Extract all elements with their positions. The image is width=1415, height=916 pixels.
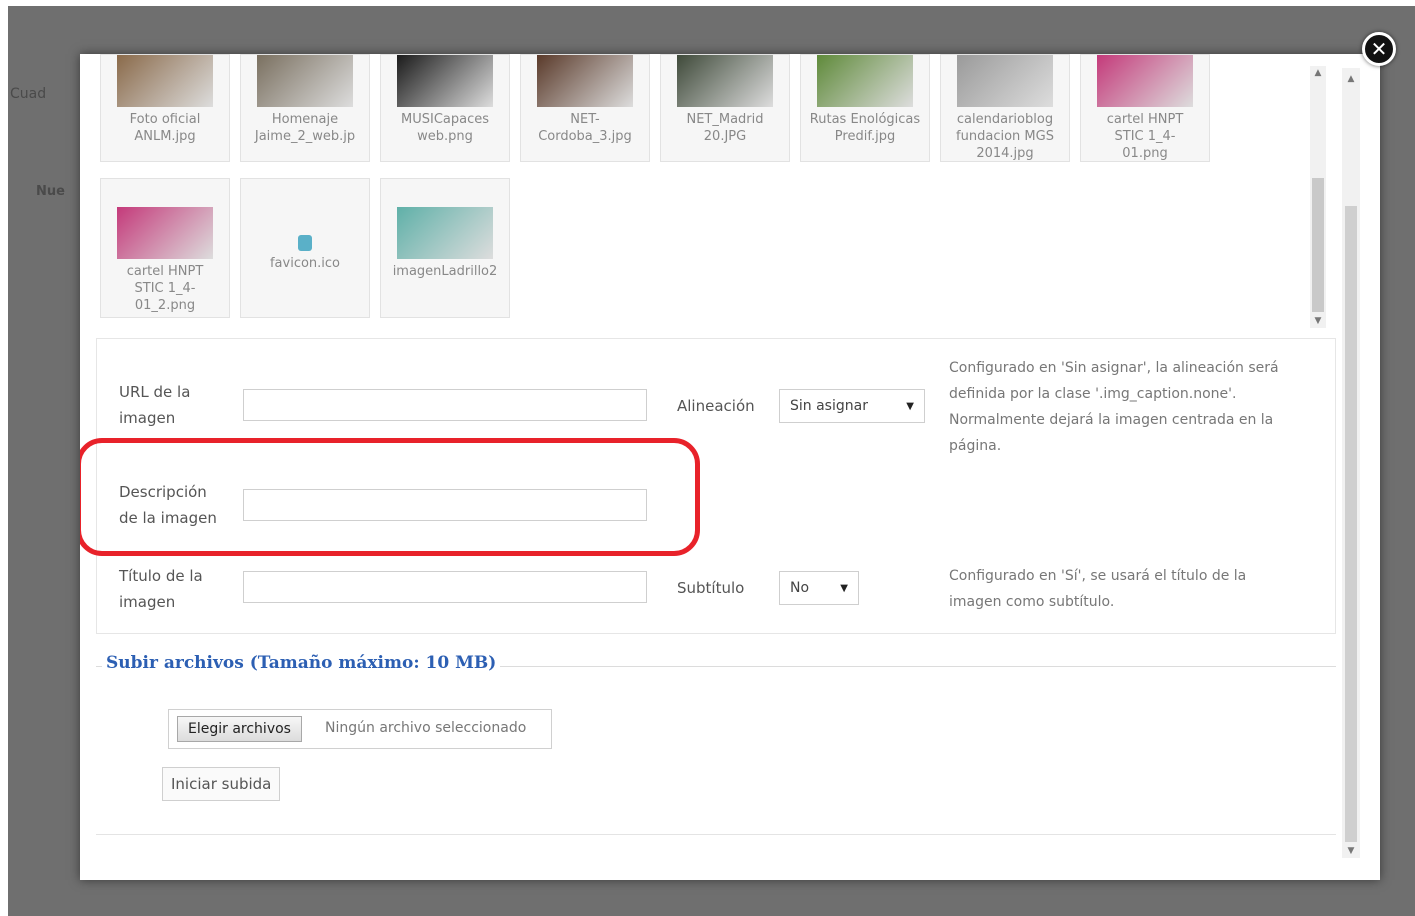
thumbnail-caption: MUSICapaces web.png xyxy=(401,112,489,144)
thumbnail-image xyxy=(677,55,773,107)
gallery-thumbnail[interactable]: Rutas Enológicas Predif.jpg xyxy=(800,54,930,162)
thumbnail-image xyxy=(257,55,353,107)
gallery-thumbnail[interactable]: calendarioblog fundacion MGS 2014.jpg xyxy=(940,54,1070,162)
subtitle-label: Subtítulo xyxy=(677,579,745,597)
subtitle-help-line: Configurado en 'Sí', se usará el título … xyxy=(949,568,1247,584)
thumbnail-caption: Foto oficial ANLM.jpg xyxy=(129,112,201,144)
no-file-status: Ningún archivo seleccionado xyxy=(325,720,527,736)
thumbnail-caption: cartel HNPT STIC 1_4- 01_2.png xyxy=(126,264,204,313)
thumbnail-image xyxy=(537,55,633,107)
thumbnail-caption: NET- Cordoba_3.jpg xyxy=(538,112,632,144)
thumbnail-image xyxy=(817,55,913,107)
thumbnail-caption: calendarioblog fundacion MGS 2014.jpg xyxy=(956,112,1054,161)
gallery-thumbnail[interactable]: NET- Cordoba_3.jpg xyxy=(520,54,650,162)
thumbnail-image xyxy=(397,55,493,107)
gallery-thumbnail[interactable]: cartel HNPT STIC 1_4- 01_2.png xyxy=(100,178,230,318)
chevron-down-icon: ▼ xyxy=(906,400,914,412)
scroll-up-arrow-icon[interactable]: ▲ xyxy=(1310,68,1326,78)
thumbnail-caption: Rutas Enológicas Predif.jpg xyxy=(809,112,921,144)
url-label: URL de la imagen xyxy=(119,383,191,427)
alignment-help-line: Normalmente dejará la imagen centrada en… xyxy=(949,412,1274,428)
title-input[interactable] xyxy=(243,571,647,603)
thumbnail-caption: cartel HNPT STIC 1_4- 01.png xyxy=(1106,112,1184,161)
gallery-thumbnail[interactable]: Foto oficial ANLM.jpg xyxy=(100,54,230,162)
image-gallery: Foto oficial ANLM.jpg Homenaje Jaime_2_we… xyxy=(98,54,1326,332)
alignment-select-value: Sin asignar xyxy=(790,398,868,414)
thumbnail-image xyxy=(957,55,1053,107)
chevron-down-icon: ▼ xyxy=(840,582,848,594)
gallery-thumbnail[interactable]: imagenLadrillo2 xyxy=(380,178,510,318)
thumbnail-caption: NET_Madrid 20.JPG xyxy=(686,112,764,144)
gallery-thumbnail[interactable]: favicon.ico xyxy=(240,178,370,318)
gallery-thumbnail[interactable]: cartel HNPT STIC 1_4- 01.png xyxy=(1080,54,1210,162)
thumbnail-image xyxy=(117,55,213,107)
thumbnail-image xyxy=(117,207,213,259)
thumbnail-image xyxy=(397,207,493,259)
background-text: Cuad xyxy=(10,86,47,102)
scroll-down-arrow-icon[interactable]: ▼ xyxy=(1342,846,1360,856)
upload-section: Subir archivos (Tamaño máximo: 10 MB) El… xyxy=(96,653,1336,836)
subtitle-help-line: imagen como subtítulo. xyxy=(949,594,1115,610)
title-label: Título de la imagen xyxy=(119,567,203,611)
file-chooser[interactable]: Elegir archivos Ningún archivo seleccion… xyxy=(168,709,552,749)
subtitle-select-value: No xyxy=(790,580,810,596)
scroll-down-arrow-icon[interactable]: ▼ xyxy=(1310,316,1326,326)
dialog-scrollbar-thumb[interactable] xyxy=(1345,206,1357,842)
url-input[interactable] xyxy=(243,389,647,421)
image-dialog: Foto oficial ANLM.jpg Homenaje Jaime_2_we… xyxy=(80,54,1380,880)
subtitle-select[interactable]: No ▼ xyxy=(779,571,859,605)
dialog-scrollbar[interactable]: ▲ ▼ xyxy=(1342,68,1360,858)
alignment-help-line: página. xyxy=(949,438,1002,454)
thumbnail-caption: favicon.ico xyxy=(269,256,341,271)
gallery-scrollbar[interactable]: ▲ ▼ xyxy=(1310,66,1326,328)
close-icon[interactable]: ✕ xyxy=(1362,32,1396,66)
scroll-up-arrow-icon[interactable]: ▲ xyxy=(1342,74,1360,84)
alignment-help-line: Configurado en 'Sin asignar', la alineac… xyxy=(949,360,1279,376)
start-upload-button[interactable]: Iniciar subida xyxy=(162,767,281,801)
thumbnail-image xyxy=(1097,55,1193,107)
gallery-thumbnail[interactable]: NET_Madrid 20.JPG xyxy=(660,54,790,162)
alignment-help-line: definida por la clase '.img_caption.none… xyxy=(949,386,1237,402)
choose-files-button[interactable]: Elegir archivos xyxy=(177,716,302,742)
thumbnail-image xyxy=(298,235,312,251)
gallery-scrollbar-thumb[interactable] xyxy=(1312,178,1324,312)
divider xyxy=(96,834,1336,835)
description-input[interactable] xyxy=(243,489,647,521)
gallery-thumbnail[interactable]: MUSICapaces web.png xyxy=(380,54,510,162)
description-label: Descripción de la imagen xyxy=(119,483,217,527)
gallery-thumbnail[interactable]: Homenaje Jaime_2_web.jp xyxy=(240,54,370,162)
upload-legend: Subir archivos (Tamaño máximo: 10 MB) xyxy=(102,653,501,673)
alignment-select[interactable]: Sin asignar ▼ xyxy=(779,389,925,423)
alignment-label: Alineación xyxy=(677,397,755,415)
thumbnail-caption: Homenaje Jaime_2_web.jp xyxy=(254,112,356,144)
background-text: Nue xyxy=(36,184,65,199)
image-properties-form: URL de la imagen Alineación Sin asignar … xyxy=(96,338,1336,634)
thumbnail-caption: imagenLadrillo2 xyxy=(392,264,498,279)
